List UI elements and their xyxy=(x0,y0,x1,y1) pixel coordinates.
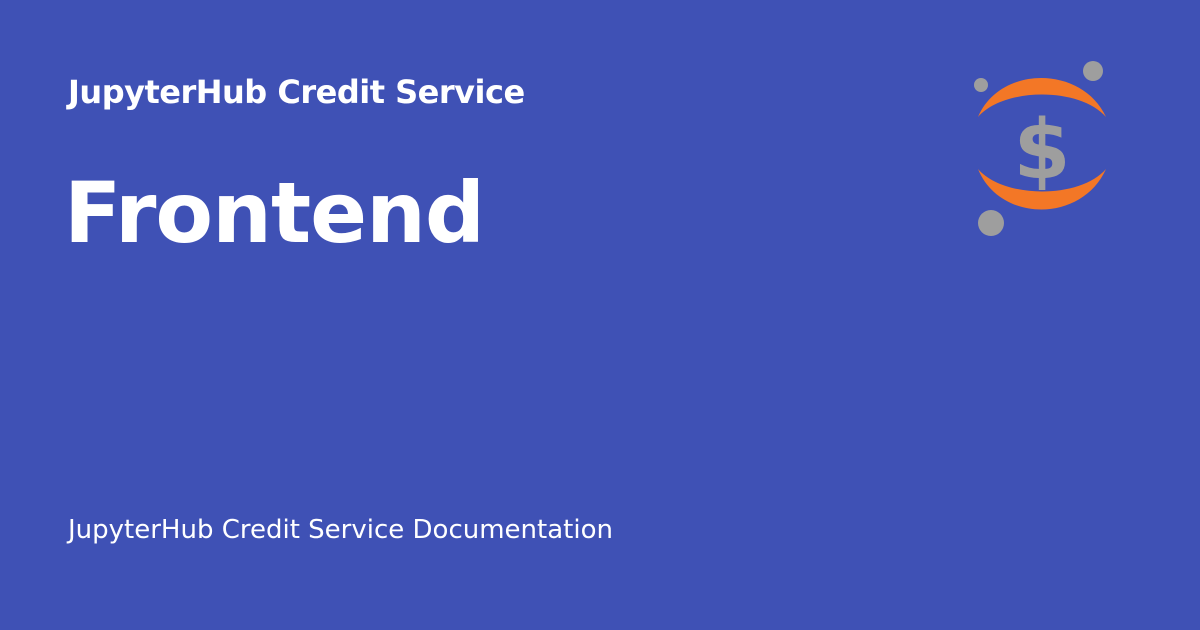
social-card: JupyterHub Credit Service Frontend Jupyt… xyxy=(0,0,1200,630)
dollar-orbit-logo-icon: $ xyxy=(974,61,1106,236)
site-name: JupyterHub Credit Service xyxy=(68,73,525,111)
logo-dollar-symbol: $ xyxy=(1013,103,1070,198)
logo-dot-small-icon xyxy=(974,78,988,92)
logo-dot-top-right-icon xyxy=(1083,61,1103,81)
logo-dot-bottom-left-icon xyxy=(978,210,1004,236)
footer-text: JupyterHub Credit Service Documentation xyxy=(68,515,613,545)
page-title: Frontend xyxy=(64,164,485,262)
